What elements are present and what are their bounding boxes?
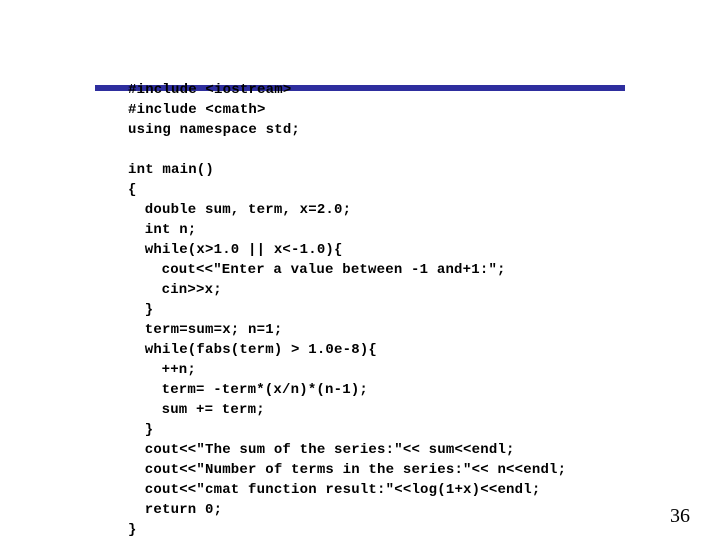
- code-line: ++n;: [162, 362, 196, 378]
- code-line: int main(): [128, 162, 214, 178]
- code-line: cout<<"Number of terms in the series:"<<…: [145, 462, 566, 478]
- code-line: {: [128, 182, 137, 198]
- code-line: }: [145, 302, 154, 318]
- code-line: while(fabs(term) > 1.0e-8){: [145, 342, 377, 358]
- code-line: cin>>x;: [162, 282, 222, 298]
- code-line: using namespace std;: [128, 122, 300, 138]
- page-number: 36: [670, 505, 690, 528]
- code-line: cout<<"Enter a value between -1 and+1:";: [162, 262, 506, 278]
- code-line: #include <cmath>: [128, 102, 266, 118]
- code-line: term=sum=x; n=1;: [145, 322, 283, 338]
- code-line: }: [128, 522, 137, 538]
- code-line: }: [145, 422, 154, 438]
- code-line: cout<<"The sum of the series:"<< sum<<en…: [145, 442, 515, 458]
- code-line: #include <iostream>: [128, 82, 291, 98]
- code-block: #include <iostream> #include <cmath> usi…: [128, 60, 566, 540]
- code-line: sum += term;: [162, 402, 265, 418]
- code-line: int n;: [145, 222, 197, 238]
- code-line: double sum, term, x=2.0;: [145, 202, 351, 218]
- code-line: while(x>1.0 || x<-1.0){: [145, 242, 343, 258]
- code-line: return 0;: [145, 502, 222, 518]
- code-line: term= -term*(x/n)*(n-1);: [162, 382, 368, 398]
- code-line: cout<<"cmat function result:"<<log(1+x)<…: [145, 482, 541, 498]
